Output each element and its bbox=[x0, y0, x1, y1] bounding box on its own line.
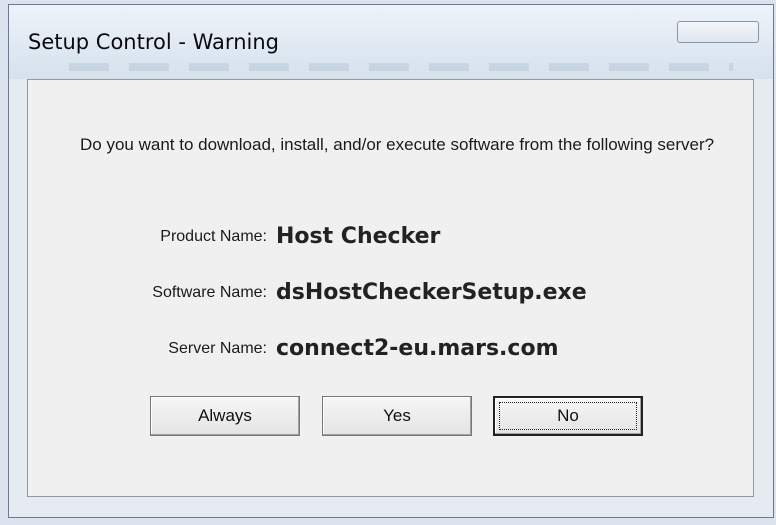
yes-button-label: Yes bbox=[383, 406, 411, 425]
title-bar-button[interactable] bbox=[677, 21, 759, 43]
server-name-label: Server Name: bbox=[168, 340, 267, 357]
window-title: Setup Control - Warning bbox=[28, 30, 279, 54]
title-bar[interactable]: Setup Control - Warning bbox=[9, 5, 773, 79]
software-name-label: Software Name: bbox=[152, 284, 267, 301]
setup-control-warning-window: Setup Control - Warning Do you want to d… bbox=[8, 4, 774, 518]
server-name-value: connect2-eu.mars.com bbox=[276, 336, 559, 361]
no-button-label: No bbox=[557, 406, 579, 425]
product-name-row: Product Name: Host Checker bbox=[28, 224, 755, 254]
yes-button[interactable]: Yes bbox=[322, 396, 472, 436]
product-name-value: Host Checker bbox=[276, 224, 441, 249]
dialog-body: Do you want to download, install, and/or… bbox=[27, 79, 754, 497]
no-button[interactable]: No bbox=[493, 396, 643, 436]
server-name-row: Server Name: connect2-eu.mars.com bbox=[28, 336, 755, 366]
always-button-label: Always bbox=[198, 406, 252, 425]
background-blur-strip bbox=[69, 63, 733, 71]
software-name-row: Software Name: dsHostCheckerSetup.exe bbox=[28, 280, 755, 310]
product-name-label: Product Name: bbox=[160, 228, 267, 245]
software-name-value: dsHostCheckerSetup.exe bbox=[276, 280, 587, 305]
download-question-text: Do you want to download, install, and/or… bbox=[80, 135, 715, 154]
always-button[interactable]: Always bbox=[150, 396, 300, 436]
